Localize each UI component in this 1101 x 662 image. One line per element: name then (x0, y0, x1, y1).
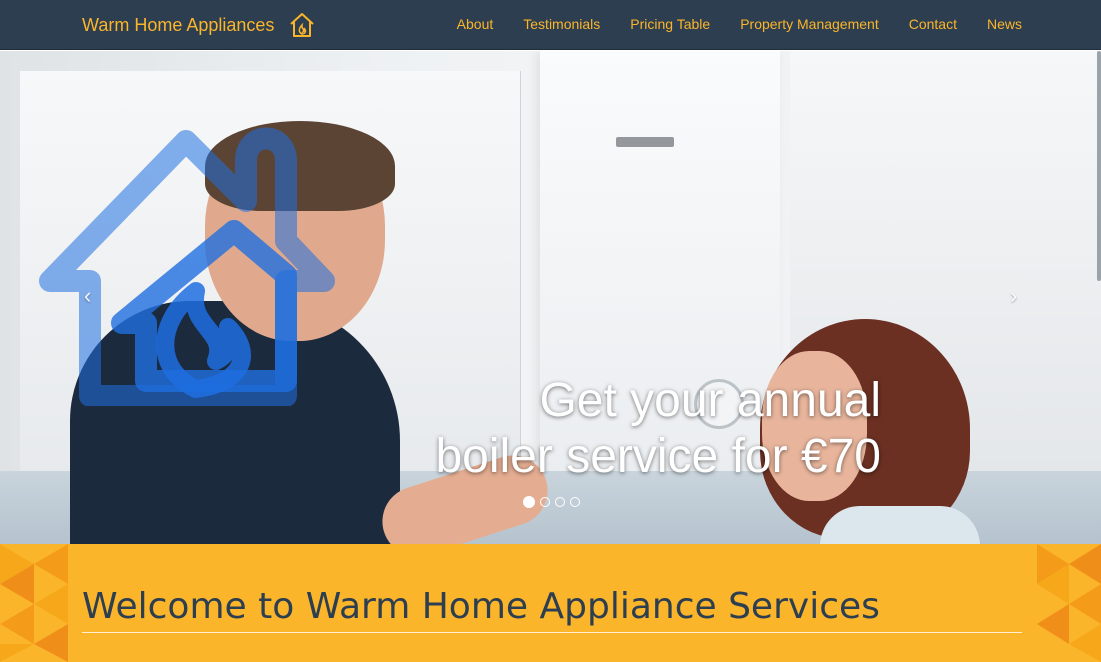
carousel-next-icon[interactable]: › (1010, 283, 1017, 309)
caption-line-1: Get your annual (539, 374, 881, 427)
pattern-decoration-left (0, 544, 68, 662)
welcome-title: Welcome to Warm Home Appliance Services (82, 586, 880, 627)
hero-caption: Get your annual boiler service for €70 (361, 373, 881, 485)
pattern-decoration-right (1037, 544, 1101, 662)
brand-link[interactable]: Warm Home Appliances (82, 0, 316, 50)
nav-about[interactable]: About (457, 16, 494, 32)
carousel-prev-icon[interactable]: ‹ (84, 283, 91, 309)
nav-pricing-table[interactable]: Pricing Table (630, 16, 710, 32)
nav-testimonials[interactable]: Testimonials (523, 16, 600, 32)
carousel-indicator[interactable] (540, 497, 550, 507)
carousel-indicators (523, 496, 580, 508)
brand-name: Warm Home Appliances (82, 14, 275, 35)
flame-house-logo-icon (39, 127, 335, 406)
welcome-section: Welcome to Warm Home Appliance Services (0, 544, 1101, 662)
carousel-indicator[interactable] (555, 497, 565, 507)
caption-line-2: boiler service for €70 (435, 430, 881, 483)
hero-carousel: Get your annual boiler service for €70 ‹… (0, 51, 1101, 544)
carousel-indicator[interactable] (523, 496, 535, 508)
nav-property-management[interactable]: Property Management (740, 16, 879, 32)
welcome-divider (82, 632, 1022, 633)
page-scrollbar[interactable] (1097, 51, 1101, 281)
carousel-indicator[interactable] (570, 497, 580, 507)
top-navbar: Warm Home Appliances About Testimonials … (0, 0, 1101, 50)
nav-contact[interactable]: Contact (909, 16, 957, 32)
nav-news[interactable]: News (987, 16, 1022, 32)
house-icon (290, 13, 315, 37)
nav-menu: About Testimonials Pricing Table Propert… (457, 0, 1022, 50)
